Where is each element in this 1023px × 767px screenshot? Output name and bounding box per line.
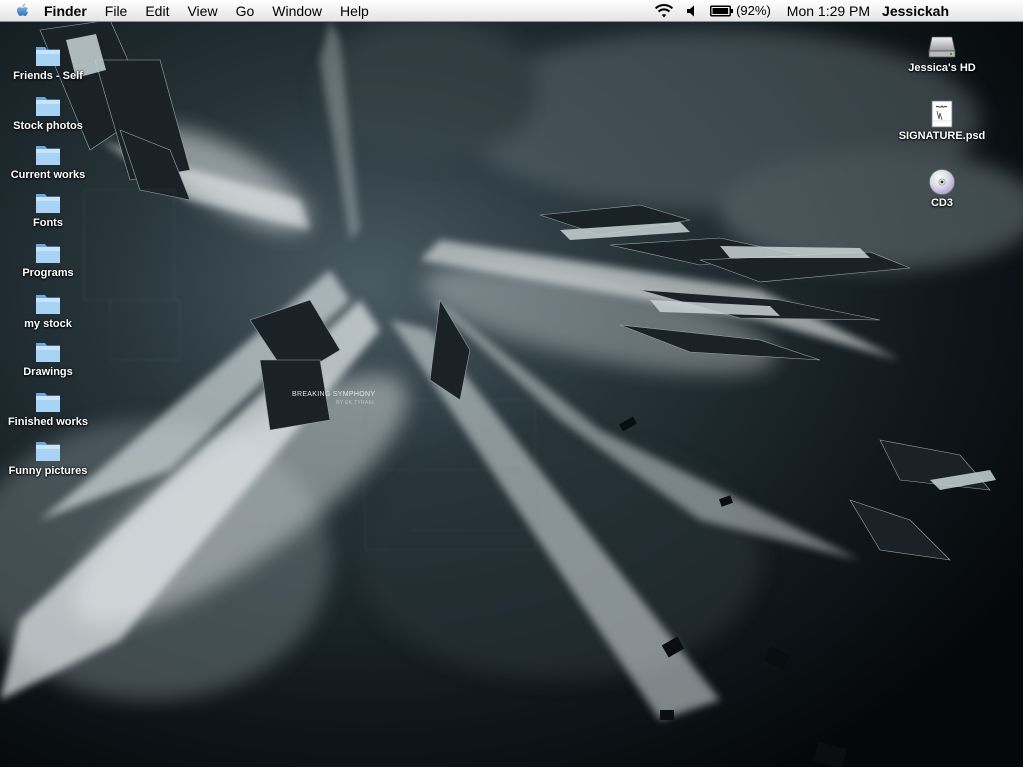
desktop-signature-psd[interactable]: SIGNATURE.psd	[894, 99, 990, 143]
folder-label: Funny pictures	[8, 465, 88, 477]
folder-icon	[36, 442, 60, 461]
desktop-folder-friends-self[interactable]: Friends - Self	[0, 41, 96, 83]
menu-view[interactable]: View	[178, 0, 226, 22]
menu-extras: (92%) Mon 1:29 PM Jessickah	[648, 0, 1023, 22]
hard-drive-icon	[928, 36, 956, 58]
battery-status[interactable]: (92%)	[704, 0, 777, 22]
menu-file[interactable]: File	[96, 0, 137, 22]
folder-label: my stock	[24, 318, 72, 330]
folder-icon	[36, 97, 60, 116]
folder-icon	[36, 393, 60, 412]
folder-icon	[36, 194, 60, 213]
desktop-folder-funny-pictures[interactable]: Funny pictures	[0, 436, 96, 478]
volume-status[interactable]	[680, 0, 704, 22]
volume-icon	[687, 5, 695, 16]
menubar-clock[interactable]: Mon 1:29 PM	[777, 3, 882, 19]
psd-document-icon	[931, 100, 953, 128]
desktop-item-label: SIGNATURE.psd	[898, 130, 986, 142]
folder-icon	[36, 295, 60, 314]
folder-icon	[36, 47, 60, 66]
folder-label: Programs	[22, 267, 74, 279]
battery-percentage: (92%)	[736, 3, 771, 18]
menu-window[interactable]: Window	[263, 0, 331, 22]
menu-help[interactable]: Help	[331, 0, 378, 22]
folder-label: Drawings	[23, 366, 73, 378]
desktop-item-label: Jessica's HD	[908, 62, 976, 74]
desktop-wallpaper: BREAKING SYMPHONY BY EK.TYRAEL	[0, 0, 1023, 767]
cd-icon	[929, 169, 955, 195]
wallpaper-caption: BREAKING SYMPHONY BY EK.TYRAEL	[292, 391, 375, 407]
menu-bar: Finder File Edit View Go Window Help (92…	[0, 0, 1023, 22]
desktop-folder-programs[interactable]: Programs	[0, 238, 96, 280]
desktop-folder-stock-photos[interactable]: Stock photos	[0, 91, 96, 133]
desktop-folder-my-stock[interactable]: my stock	[0, 289, 96, 331]
battery-icon	[710, 5, 734, 16]
menu-go[interactable]: Go	[227, 0, 264, 22]
wallpaper-caption-subtitle: BY EK.TYRAEL	[336, 400, 376, 406]
wifi-icon	[655, 3, 674, 17]
menu-edit[interactable]: Edit	[136, 0, 178, 22]
desktop-hard-drive[interactable]: Jessica's HD	[894, 31, 990, 75]
folder-label: Current works	[10, 169, 86, 181]
folder-label: Friends - Self	[13, 70, 83, 82]
desktop-cd3[interactable]: CD3	[894, 168, 990, 210]
folder-icon	[36, 146, 60, 165]
wallpaper-caption-title: BREAKING SYMPHONY	[292, 391, 376, 398]
desktop-folder-fonts[interactable]: Fonts	[0, 188, 96, 230]
wifi-status[interactable]	[648, 0, 680, 22]
folder-label: Fonts	[33, 217, 63, 229]
folder-icon	[36, 244, 60, 263]
apple-icon	[17, 3, 28, 16]
fast-user-switch[interactable]: Jessickah	[882, 3, 949, 19]
menu-finder[interactable]: Finder	[40, 0, 96, 22]
apple-menu[interactable]	[6, 0, 40, 22]
folder-label: Finished works	[7, 416, 89, 428]
desktop-folder-current-works[interactable]: Current works	[0, 140, 96, 182]
desktop-folder-finished-works[interactable]: Finished works	[0, 387, 96, 429]
folder-label: Stock photos	[13, 120, 83, 132]
folder-icon	[36, 343, 60, 362]
desktop-folder-drawings[interactable]: Drawings	[0, 337, 96, 379]
desktop-item-label: CD3	[930, 197, 953, 209]
